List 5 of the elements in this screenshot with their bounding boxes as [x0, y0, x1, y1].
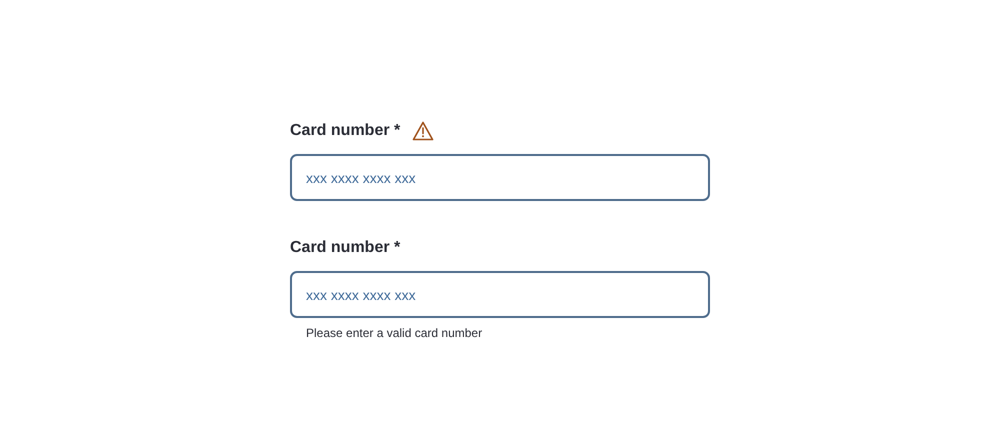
helper-text: Please enter a valid card number — [306, 325, 484, 342]
card-number-field[interactable]: xxx xxxx xxxx xxx — [290, 154, 710, 201]
card-number-field[interactable]: xxx xxxx xxxx xxx — [290, 271, 710, 318]
field-label: Card number * — [290, 238, 400, 258]
field-label: Card number * — [290, 121, 400, 141]
